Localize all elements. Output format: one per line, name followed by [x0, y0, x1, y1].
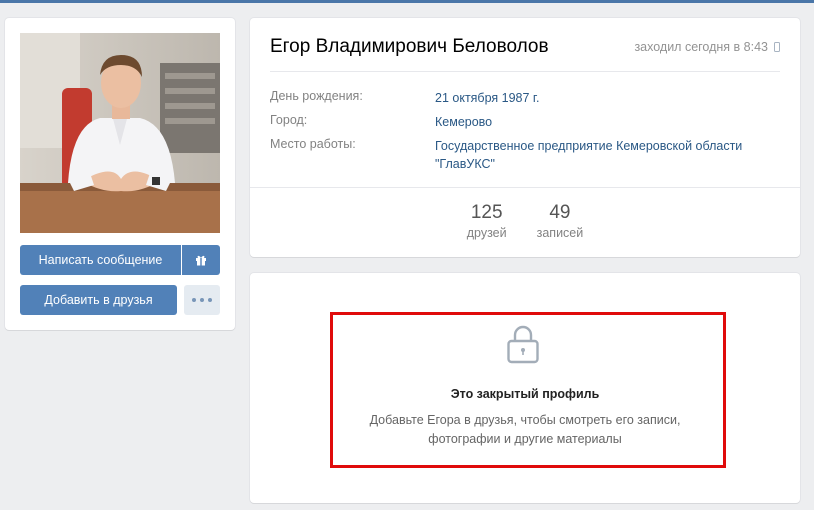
online-status-text: заходил сегодня в 8:43 — [634, 40, 768, 54]
mobile-phone-icon — [774, 42, 780, 52]
closed-profile-line-1: Добавьте Егора в друзья, чтобы смотреть … — [369, 413, 681, 427]
lock-icon — [507, 325, 539, 364]
add-friend-button[interactable]: Добавить в друзья — [20, 285, 177, 315]
info-row-city: Город: Кемерово — [270, 113, 780, 131]
send-gift-button[interactable] — [182, 245, 220, 275]
info-label: Город: — [270, 113, 308, 127]
closed-profile-line-2: фотографии и другие материалы — [428, 432, 622, 446]
birthday-link[interactable]: 21 октября 1987 г. — [435, 89, 539, 107]
closed-profile-text: Добавьте Егора в друзья, чтобы смотреть … — [250, 411, 800, 449]
name-divider — [270, 71, 780, 72]
counters-divider — [250, 187, 800, 188]
counter-number: 49 — [549, 202, 571, 223]
info-label: День рождения: — [270, 89, 363, 103]
more-dots-icon — [190, 298, 214, 302]
info-row-birthday: День рождения: 21 октября 1987 г. — [270, 89, 780, 107]
counter-number: 125 — [470, 202, 503, 223]
profile-info-card: Егор Владимирович Беловолов заходил сего… — [250, 18, 800, 257]
profile-photo-image — [20, 33, 220, 233]
counter-label: записей — [536, 226, 584, 240]
info-row-work: Место работы: Государственное предприяти… — [270, 137, 780, 173]
posts-counter[interactable]: 49 записей — [537, 202, 584, 240]
profile-photo[interactable] — [20, 33, 220, 233]
city-link[interactable]: Кемерово — [435, 113, 492, 131]
gift-icon — [196, 255, 206, 266]
profile-counters: 125 друзей 49 записей — [250, 202, 800, 240]
send-message-button[interactable]: Написать сообщение — [20, 245, 181, 275]
more-actions-button[interactable] — [184, 285, 220, 315]
online-status: заходил сегодня в 8:43 — [634, 40, 780, 54]
closed-profile-card: Это закрытый профиль Добавьте Егора в др… — [250, 273, 800, 503]
workplace-link[interactable]: Государственное предприятие Кемеровской … — [435, 137, 780, 173]
info-label: Место работы: — [270, 137, 356, 151]
top-bar — [0, 0, 814, 3]
counter-label: друзей — [466, 226, 507, 240]
friends-counter[interactable]: 125 друзей — [467, 202, 507, 240]
profile-name: Егор Владимирович Беловолов — [270, 36, 549, 57]
closed-profile-title: Это закрытый профиль — [450, 387, 600, 401]
profile-photo-card: Написать сообщение Добавить в друзья — [5, 18, 235, 330]
